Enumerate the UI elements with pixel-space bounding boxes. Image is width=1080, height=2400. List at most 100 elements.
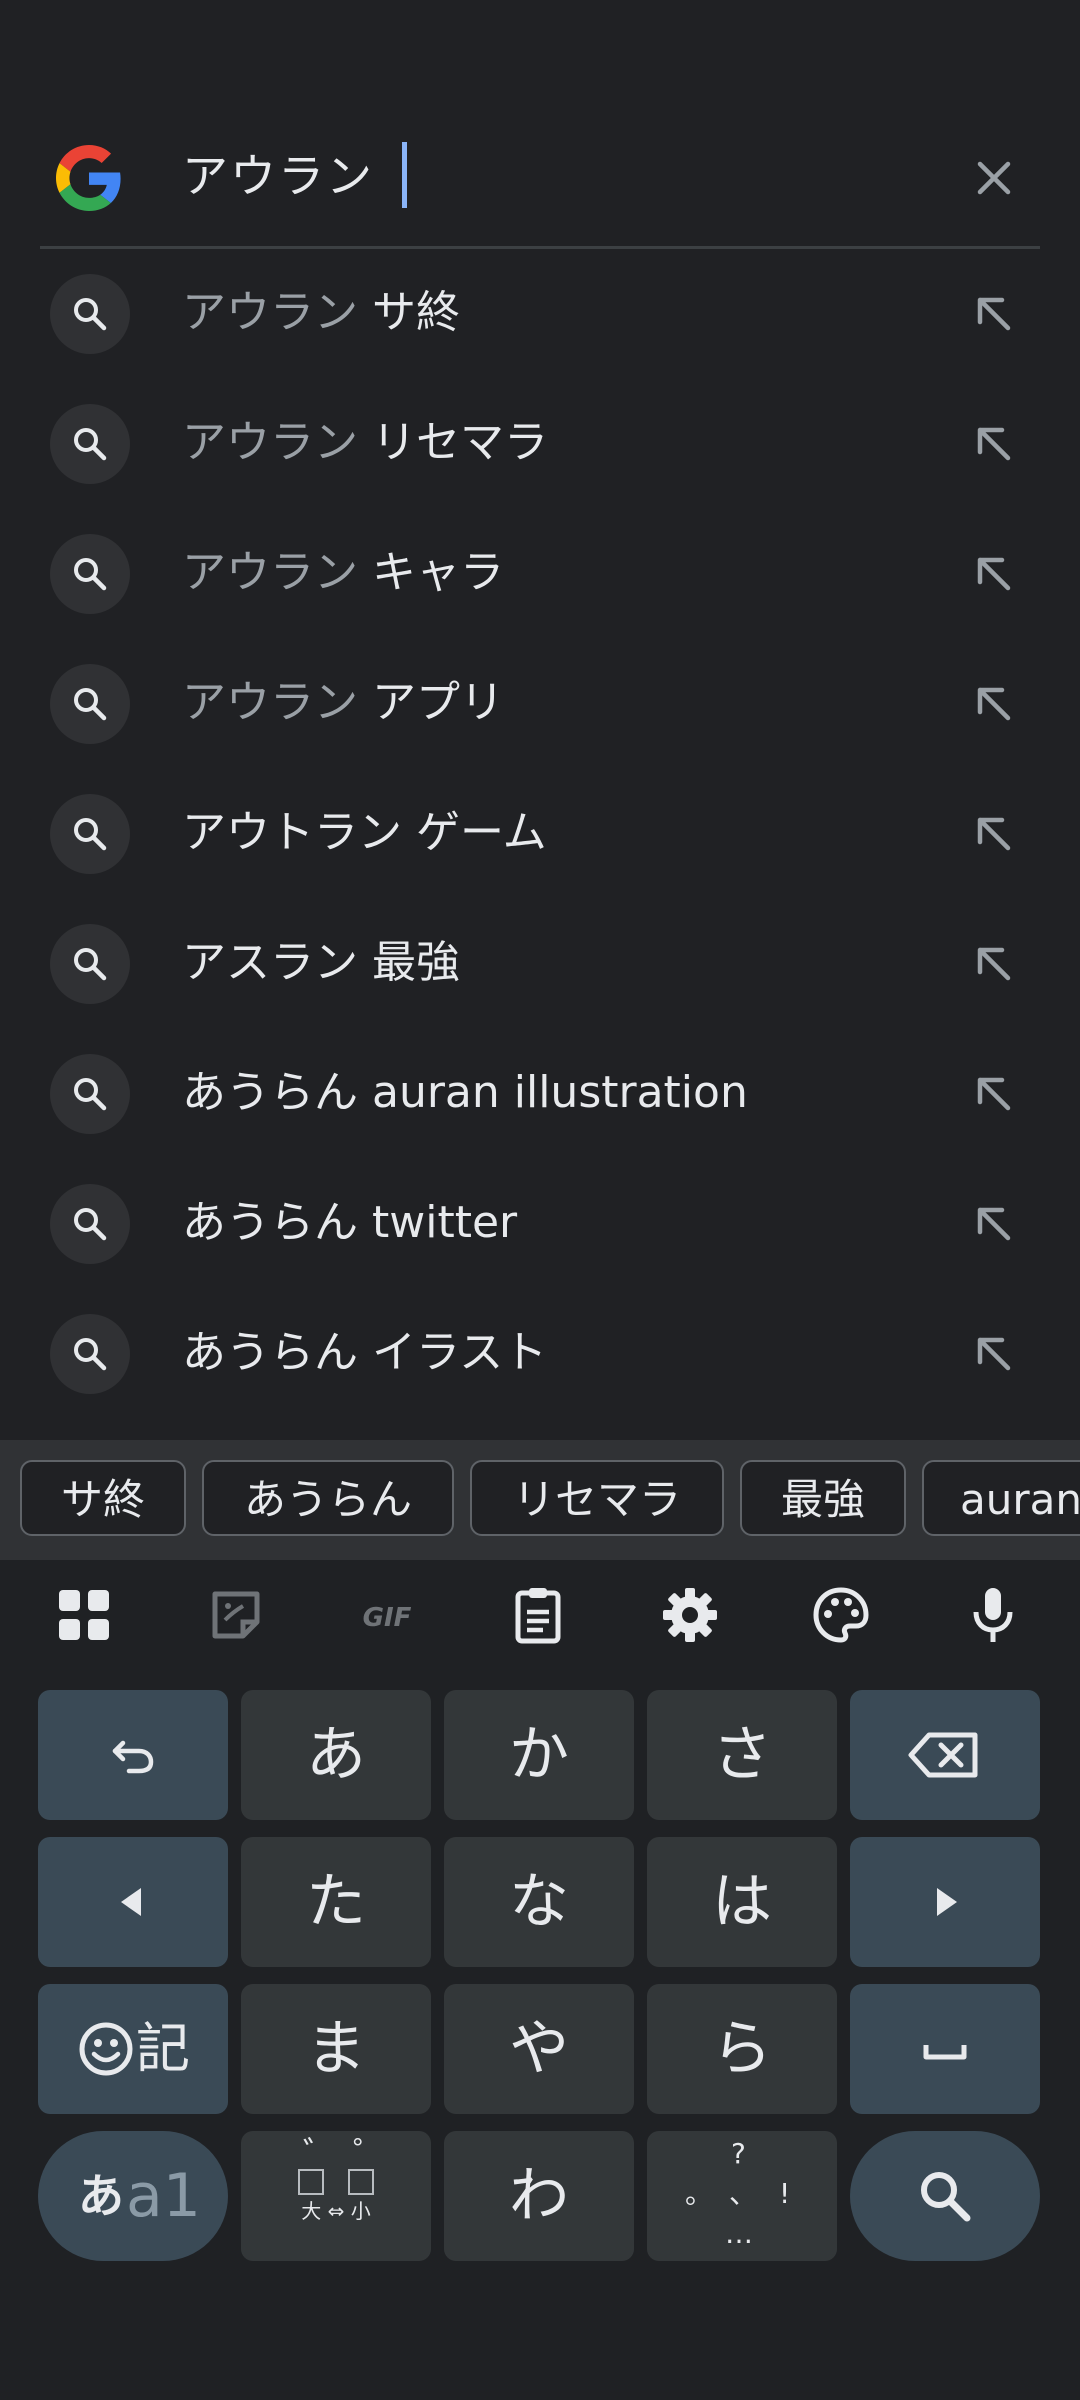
search-icon xyxy=(921,2172,971,2222)
close-icon[interactable] xyxy=(964,148,1024,208)
dakuten-key[interactable]: ゛ ゜ 大 ⇔ 小 xyxy=(241,2131,431,2261)
settings-icon[interactable] xyxy=(655,1580,725,1650)
smiley-icon xyxy=(79,2022,133,2076)
search-icon xyxy=(50,274,130,354)
suggestion-prefix: アウラン xyxy=(182,287,358,338)
space-key[interactable] xyxy=(850,1984,1040,2114)
key-ha[interactable]: は xyxy=(647,1837,837,1967)
fill-query-arrow-icon[interactable] xyxy=(964,674,1024,734)
keyboard: GIF あ か さ た な は 記 ま や ら あ a1 ゛ ゜ 大 ⇔ 小 わ… xyxy=(0,1560,1080,2400)
dakuten-mark: ゛ xyxy=(303,2135,337,2175)
candidate-strip: サ終 あうらん リセマラ 最強 auran xyxy=(0,1440,1080,1560)
suggestion-item[interactable]: あうらん イラスト xyxy=(0,1289,1080,1419)
suggestion-suffix: アプリ xyxy=(358,677,504,728)
suggestion-text: アウラン リセマラ xyxy=(182,412,548,474)
fill-query-arrow-icon[interactable] xyxy=(964,934,1024,994)
key-ya[interactable]: や xyxy=(444,1984,634,2114)
kigou-label: 記 xyxy=(136,2017,190,2080)
dakuten-size-label: 大 ⇔ 小 xyxy=(301,2199,371,2223)
microphone-icon[interactable] xyxy=(958,1580,1028,1650)
undo-key[interactable] xyxy=(38,1690,228,1820)
key-wa[interactable]: わ xyxy=(444,2131,634,2261)
key-ta[interactable]: た xyxy=(241,1837,431,1967)
fill-query-arrow-icon[interactable] xyxy=(964,414,1024,474)
suggestion-text: アウラン アプリ xyxy=(182,672,504,734)
key-ka[interactable]: か xyxy=(444,1690,634,1820)
key-ma[interactable]: ま xyxy=(241,1984,431,2114)
punctuation-key[interactable]: ? 。 、 ! … xyxy=(647,2131,837,2261)
handakuten-mark: ゜ xyxy=(353,2135,387,2175)
suggestion-item[interactable]: あうらん twitter xyxy=(0,1159,1080,1289)
cursor-right-key[interactable] xyxy=(850,1837,1040,1967)
sticker-icon[interactable] xyxy=(201,1580,271,1650)
candidate-chip[interactable]: サ終 xyxy=(20,1460,186,1536)
undo-icon xyxy=(112,1740,154,1774)
search-input[interactable]: アウラン xyxy=(182,144,374,208)
space-icon xyxy=(923,2045,967,2060)
suggestion-prefix: アウラン xyxy=(182,547,358,598)
gif-icon[interactable]: GIF xyxy=(352,1580,422,1650)
search-icon xyxy=(50,924,130,1004)
backspace-key[interactable] xyxy=(850,1690,1040,1820)
key-a[interactable]: あ xyxy=(241,1690,431,1820)
punct-question: ? xyxy=(731,2137,746,2170)
fill-query-arrow-icon[interactable] xyxy=(964,284,1024,344)
suggestion-suffix: サ終 xyxy=(358,287,460,338)
suggestion-text: あうらん イラスト xyxy=(182,1322,547,1384)
key-sa[interactable]: さ xyxy=(647,1690,837,1820)
suggestion-text: あうらん auran illustration xyxy=(182,1062,748,1124)
suggestion-item[interactable]: アウトラン ゲーム xyxy=(0,769,1080,899)
candidate-chip[interactable]: リセマラ xyxy=(470,1460,724,1536)
suggestion-item[interactable]: アスラン 最強 xyxy=(0,899,1080,1029)
suggestion-item[interactable]: アウラン サ終 xyxy=(0,249,1080,379)
apps-grid-icon[interactable] xyxy=(49,1580,119,1650)
suggestion-suffix: アスラン 最強 xyxy=(182,937,460,988)
candidate-chip[interactable]: auran xyxy=(922,1460,1080,1536)
fill-query-arrow-icon[interactable] xyxy=(964,1194,1024,1254)
suggestion-text: アスラン 最強 xyxy=(182,932,460,994)
suggestion-text: アウラン キャラ xyxy=(182,542,504,604)
mode-latin-label: a1 xyxy=(126,2161,201,2231)
search-icon xyxy=(50,1054,130,1134)
candidate-chip[interactable]: あうらん xyxy=(202,1460,454,1536)
suggestion-suffix: あうらん twitter xyxy=(182,1197,518,1248)
backspace-icon xyxy=(908,1732,978,1778)
key-na[interactable]: な xyxy=(444,1837,634,1967)
suggestion-item[interactable]: アウラン リセマラ xyxy=(0,379,1080,509)
input-mode-key[interactable]: あ a1 xyxy=(38,2131,228,2261)
fill-query-arrow-icon[interactable] xyxy=(964,1324,1024,1384)
suggestion-item[interactable]: あうらん auran illustration xyxy=(0,1029,1080,1159)
search-icon xyxy=(50,404,130,484)
arrow-right-icon xyxy=(937,1888,957,1916)
fill-query-arrow-icon[interactable] xyxy=(964,1064,1024,1124)
search-bar[interactable]: アウラン xyxy=(0,100,1080,248)
search-icon xyxy=(50,794,130,874)
candidate-chip[interactable]: 最強 xyxy=(740,1460,906,1536)
cursor-left-key[interactable] xyxy=(38,1837,228,1967)
search-icon xyxy=(50,664,130,744)
search-key[interactable] xyxy=(850,2131,1040,2261)
punct-dot: 。 xyxy=(685,2177,714,2210)
suggestion-suffix: リセマラ xyxy=(358,417,548,468)
suggestion-prefix: アウラン xyxy=(182,677,358,728)
search-icon xyxy=(50,1184,130,1264)
suggestion-item[interactable]: アウラン キャラ xyxy=(0,509,1080,639)
palette-icon[interactable] xyxy=(806,1580,876,1650)
fill-query-arrow-icon[interactable] xyxy=(964,804,1024,864)
fill-query-arrow-icon[interactable] xyxy=(964,544,1024,604)
key-ra[interactable]: ら xyxy=(647,1984,837,2114)
suggestion-item[interactable]: アウラン アプリ xyxy=(0,639,1080,769)
punct-ellipsis: … xyxy=(725,2217,753,2250)
suggestion-text: アウトラン ゲーム xyxy=(182,802,547,864)
suggestion-suffix: あうらん auran illustration xyxy=(182,1067,748,1118)
suggestion-suffix: あうらん イラスト xyxy=(182,1327,548,1378)
suggestion-list: アウラン サ終 アウラン リセマラ アウラン キャラ アウラン アプリ アウトラ… xyxy=(0,249,1080,1419)
mode-kana-label: あ xyxy=(78,2169,124,2223)
suggestion-suffix: キャラ xyxy=(358,547,504,598)
gif-label: GIF xyxy=(363,1603,412,1633)
clipboard-icon[interactable] xyxy=(503,1580,573,1650)
emoji-symbol-key[interactable]: 記 xyxy=(38,1984,228,2114)
arrow-left-icon xyxy=(121,1888,141,1916)
punct-comma: 、 xyxy=(729,2177,758,2210)
suggestion-suffix: アウトラン ゲーム xyxy=(182,807,547,858)
